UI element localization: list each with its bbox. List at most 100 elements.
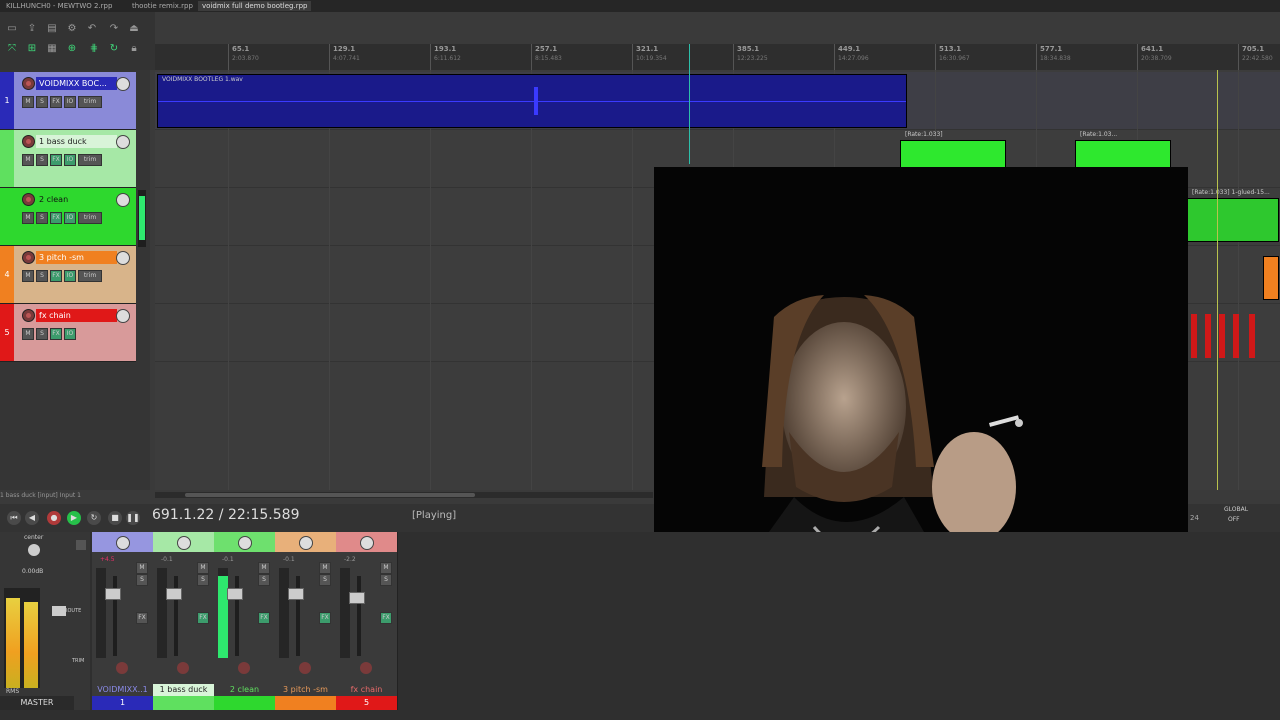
- loop-icon[interactable]: ↻: [87, 511, 101, 525]
- strip-fader[interactable]: [349, 592, 365, 604]
- strip-fader[interactable]: [288, 588, 304, 600]
- track-name[interactable]: fx chain: [36, 309, 117, 322]
- grid-icon[interactable]: ▦: [46, 43, 58, 55]
- io-button[interactable]: IO: [64, 96, 76, 108]
- pause-icon[interactable]: ❚❚: [126, 511, 140, 525]
- mute-button[interactable]: M: [197, 562, 209, 574]
- volume-knob[interactable]: [116, 77, 130, 91]
- pan-knob[interactable]: [360, 536, 374, 550]
- volume-knob[interactable]: [116, 309, 130, 323]
- solo-button[interactable]: S: [197, 574, 209, 586]
- pan-knob[interactable]: [177, 536, 191, 550]
- record-arm-button[interactable]: [22, 135, 35, 148]
- record-arm-button[interactable]: [22, 193, 35, 206]
- item-grouping-icon[interactable]: ⊞: [26, 43, 38, 55]
- trim-button[interactable]: trim: [78, 212, 102, 224]
- record-arm-button[interactable]: [22, 309, 35, 322]
- solo-button[interactable]: S: [319, 574, 331, 586]
- solo-button[interactable]: S: [380, 574, 392, 586]
- trim-button[interactable]: trim: [78, 96, 102, 108]
- strip-label[interactable]: 1 bass duck: [153, 684, 214, 696]
- mixer-strip-1[interactable]: +4.5 M S FX VOIDMIXX..1 1: [92, 532, 154, 710]
- mute-button[interactable]: M: [22, 154, 34, 166]
- open-project-icon[interactable]: ⇪: [26, 23, 38, 35]
- fx-button[interactable]: FX: [197, 612, 209, 624]
- track-name[interactable]: 3 pitch -sm: [36, 251, 117, 264]
- record-arm-button[interactable]: [22, 251, 35, 264]
- skip-to-start-icon[interactable]: ⏮: [7, 511, 21, 525]
- solo-button[interactable]: S: [36, 212, 48, 224]
- record-arm-button[interactable]: [116, 662, 128, 674]
- scrollbar-thumb[interactable]: [185, 493, 475, 497]
- volume-knob[interactable]: [116, 193, 130, 207]
- mute-button[interactable]: M: [22, 328, 34, 340]
- stop-icon[interactable]: ■: [108, 511, 122, 525]
- ripple-edit-icon[interactable]: ⤧: [6, 43, 18, 55]
- fx-button[interactable]: FX: [136, 612, 148, 624]
- mute-button[interactable]: M: [258, 562, 270, 574]
- volume-knob[interactable]: [116, 251, 130, 265]
- trim-button[interactable]: trim: [78, 154, 102, 166]
- metronome-icon[interactable]: ⏏: [128, 23, 140, 35]
- solo-button[interactable]: S: [258, 574, 270, 586]
- mute-button[interactable]: M: [22, 96, 34, 108]
- snap-icon[interactable]: ⊕: [66, 43, 78, 55]
- settings-icon[interactable]: ⚙: [66, 23, 78, 35]
- automation-off-button[interactable]: OFF: [1228, 516, 1240, 523]
- project-tab-3[interactable]: voidmix full demo bootleg.rpp: [198, 1, 312, 11]
- fx-button[interactable]: FX: [50, 96, 62, 108]
- loop-points-icon[interactable]: ↻: [108, 43, 120, 55]
- pan-knob[interactable]: [299, 536, 313, 550]
- fx-button[interactable]: FX: [50, 212, 62, 224]
- mute-button[interactable]: M: [22, 212, 34, 224]
- master-trim-button[interactable]: TRIM: [72, 658, 84, 664]
- rewind-icon[interactable]: ◀: [25, 511, 39, 525]
- io-button[interactable]: IO: [64, 212, 76, 224]
- track-header-4[interactable]: 4 3 pitch -sm M S FX IO trim: [0, 246, 136, 304]
- record-arm-button[interactable]: [22, 77, 35, 90]
- io-button[interactable]: IO: [64, 154, 76, 166]
- redo-icon[interactable]: ↷: [108, 23, 120, 35]
- mixer-strip-4[interactable]: -0.1 M S FX 3 pitch -sm: [275, 532, 337, 710]
- mixer-strip-3[interactable]: -0.1 M S FX 2 clean: [214, 532, 276, 710]
- new-project-icon[interactable]: ▭: [6, 23, 18, 35]
- media-item-green-c[interactable]: [Rate:1.033] 1-glued-15...: [1187, 189, 1279, 242]
- mixer-strip-2[interactable]: -0.1 M S FX 1 bass duck: [153, 532, 215, 710]
- track-header-5[interactable]: 5 fx chain M S FX IO: [0, 304, 136, 362]
- fx-button[interactable]: FX: [50, 270, 62, 282]
- media-item-green-a[interactable]: [Rate:1.033]: [900, 131, 1006, 168]
- timeline-ruler[interactable]: 65.1 2:03.870 129.1 4:07.741 193.1 6:11.612…: [155, 44, 1280, 71]
- fx-button[interactable]: FX: [319, 612, 331, 624]
- lock-icon[interactable]: 🔒︎: [128, 43, 140, 55]
- media-item-voidmixx[interactable]: VOIDMIXX BOOTLEG 1.wav: [157, 74, 907, 128]
- horizontal-scrollbar[interactable]: [155, 492, 653, 498]
- master-route-button[interactable]: ROUTE: [64, 608, 81, 614]
- record-arm-button[interactable]: [299, 662, 311, 674]
- project-tab-2[interactable]: thootie remix.rpp: [128, 1, 197, 11]
- mixer-strip-5[interactable]: -2.2 M S FX fx chain 5: [336, 532, 398, 710]
- track-name[interactable]: 2 clean: [36, 193, 117, 206]
- media-item-red[interactable]: [1187, 314, 1267, 358]
- fx-button[interactable]: FX: [258, 612, 270, 624]
- fx-button[interactable]: FX: [50, 328, 62, 340]
- play-icon[interactable]: ▶: [67, 511, 81, 525]
- mute-button[interactable]: M: [22, 270, 34, 282]
- solo-button[interactable]: S: [36, 328, 48, 340]
- global-automation-button[interactable]: GLOBAL: [1224, 506, 1248, 513]
- trim-button[interactable]: trim: [78, 270, 102, 282]
- record-icon[interactable]: ●: [47, 511, 61, 525]
- track-header-1[interactable]: 1 VOIDMIXX BOC... M S FX IO trim: [0, 72, 136, 130]
- record-arm-button[interactable]: [238, 662, 250, 674]
- track-name[interactable]: 1 bass duck: [36, 135, 117, 148]
- project-tab-1[interactable]: KILLHUNCH0 - MEWTWO 2.rpp: [2, 1, 116, 11]
- media-item-green-b[interactable]: [Rate:1.03...: [1075, 131, 1171, 168]
- solo-button[interactable]: S: [36, 270, 48, 282]
- save-icon[interactable]: ▤: [46, 23, 58, 35]
- strip-label[interactable]: 2 clean: [214, 684, 275, 696]
- strip-label[interactable]: 3 pitch -sm: [275, 684, 336, 696]
- solo-button[interactable]: S: [36, 154, 48, 166]
- pan-knob[interactable]: [116, 536, 130, 550]
- master-pan-knob[interactable]: [28, 544, 40, 556]
- mute-button[interactable]: M: [136, 562, 148, 574]
- strip-fader[interactable]: [227, 588, 243, 600]
